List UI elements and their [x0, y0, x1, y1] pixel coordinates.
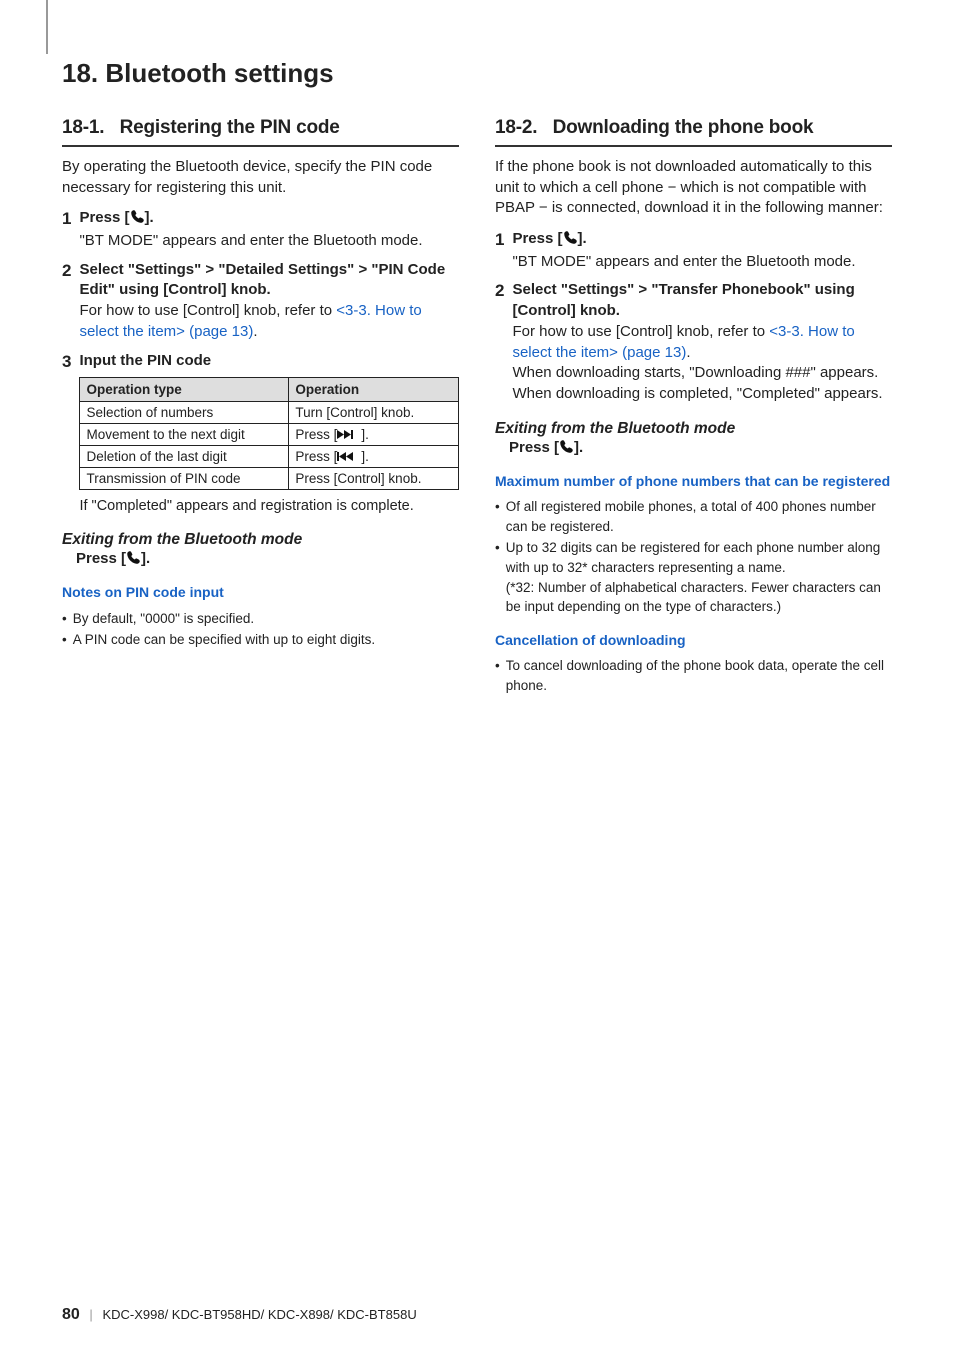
table-header: Operation: [289, 378, 459, 402]
exit-instruction: Press [].: [76, 550, 459, 569]
section-number: 18-1.: [62, 117, 104, 138]
pin-operations-table: Operation type Operation Selection of nu…: [79, 377, 459, 490]
step: 2 Select "Settings" > "Detailed Settings…: [62, 260, 459, 343]
step: 1 Press []. "BT MODE" appears and enter …: [62, 208, 459, 251]
breadcrumb-separator: >: [638, 281, 647, 298]
right-column: 18-2. Downloading the phone book If the …: [495, 117, 892, 697]
page-footer: 80 | KDC-X998/ KDC-BT958HD/ KDC-X898/ KD…: [62, 1306, 417, 1324]
table-caption: If "Completed" appears and registration …: [79, 496, 459, 516]
chapter-heading: 18. Bluetooth settings: [62, 58, 892, 89]
step-number: 3: [62, 351, 71, 517]
table-cell: Press [].: [289, 424, 459, 446]
table-cell: Movement to the next digit: [80, 424, 289, 446]
step-text: "BT MODE" appears and enter the Bluetoot…: [512, 252, 892, 273]
note-heading: Notes on PIN code input: [62, 583, 459, 603]
list-item: To cancel downloading of the phone book …: [495, 656, 892, 695]
footer-divider: |: [89, 1307, 92, 1322]
prev-track-icon: [337, 449, 361, 464]
section-title: Downloading the phone book: [553, 117, 814, 138]
list-item: By default, "0000" is specified.: [62, 609, 459, 629]
note-list: To cancel downloading of the phone book …: [495, 656, 892, 695]
list-item: Of all registered mobile phones, a total…: [495, 497, 892, 536]
step-number: 2: [495, 280, 504, 404]
table-row: Movement to the next digit Press [].: [80, 424, 459, 446]
section-heading: 18-1. Registering the PIN code: [62, 117, 459, 139]
left-column: 18-1. Registering the PIN code By operat…: [62, 117, 459, 697]
note-heading: Maximum number of phone numbers that can…: [495, 472, 892, 492]
step-text: When downloading starts, "Downloading ##…: [512, 363, 892, 384]
chapter-number: 18.: [62, 58, 98, 88]
table-cell: Deletion of the last digit: [80, 446, 289, 468]
exit-heading: Exiting from the Bluetooth mode: [62, 530, 459, 550]
section-title: Registering the PIN code: [120, 117, 340, 138]
phone-icon: [559, 439, 574, 458]
note-heading: Cancellation of downloading: [495, 631, 892, 651]
breadcrumb-separator: >: [358, 261, 367, 278]
table-row: Selection of numbers Turn [Control] knob…: [80, 402, 459, 424]
list-item: A PIN code can be specified with up to e…: [62, 630, 459, 650]
section-rule: [495, 145, 892, 147]
step: 1 Press []. "BT MODE" appears and enter …: [495, 229, 892, 272]
section-rule: [62, 145, 459, 147]
phone-icon: [126, 550, 141, 569]
table-cell: Transmission of PIN code: [80, 468, 289, 490]
step: 2 Select "Settings" > "Transfer Phoneboo…: [495, 280, 892, 404]
table-header: Operation type: [80, 378, 289, 402]
header-divider: [46, 0, 48, 54]
step-title: Select "Settings" > "Transfer Phonebook"…: [512, 280, 892, 321]
exit-heading: Exiting from the Bluetooth mode: [495, 419, 892, 439]
step-text: For how to use [Control] knob, refer to …: [512, 322, 892, 363]
table-row: Transmission of PIN code Press [Control]…: [80, 468, 459, 490]
table-row: Deletion of the last digit Press [].: [80, 446, 459, 468]
page-number: 80: [62, 1306, 80, 1323]
step-title: Input the PIN code: [79, 351, 459, 372]
section-number: 18-2.: [495, 117, 537, 138]
note-list: Of all registered mobile phones, a total…: [495, 497, 892, 616]
list-item: Up to 32 digits can be registered for ea…: [495, 538, 892, 616]
table-cell: Press [Control] knob.: [289, 468, 459, 490]
section-intro: By operating the Bluetooth device, speci…: [62, 157, 459, 198]
model-list: KDC-X998/ KDC-BT958HD/ KDC-X898/ KDC-BT8…: [102, 1307, 416, 1322]
step-number: 1: [495, 229, 504, 272]
step-number: 1: [62, 208, 71, 251]
step: 3 Input the PIN code Operation type Oper…: [62, 351, 459, 517]
note-list: By default, "0000" is specified. A PIN c…: [62, 609, 459, 650]
table-cell: Turn [Control] knob.: [289, 402, 459, 424]
table-cell: Selection of numbers: [80, 402, 289, 424]
step-text: For how to use [Control] knob, refer to …: [79, 301, 459, 342]
table-cell: Press [].: [289, 446, 459, 468]
section-intro: If the phone book is not downloaded auto…: [495, 157, 892, 219]
step-text: "BT MODE" appears and enter the Bluetoot…: [79, 231, 459, 252]
exit-instruction: Press [].: [509, 439, 892, 458]
phone-icon: [563, 230, 578, 252]
step-title: Select "Settings" > "Detailed Settings" …: [79, 260, 459, 301]
step-text: When downloading is completed, "Complete…: [512, 384, 892, 405]
next-track-icon: [337, 427, 361, 442]
chapter-title: Bluetooth settings: [105, 58, 333, 88]
step-number: 2: [62, 260, 71, 343]
phone-icon: [130, 209, 145, 231]
breadcrumb-separator: >: [205, 261, 214, 278]
step-title: Press [].: [512, 229, 892, 252]
step-title: Press [].: [79, 208, 459, 231]
section-heading: 18-2. Downloading the phone book: [495, 117, 892, 139]
